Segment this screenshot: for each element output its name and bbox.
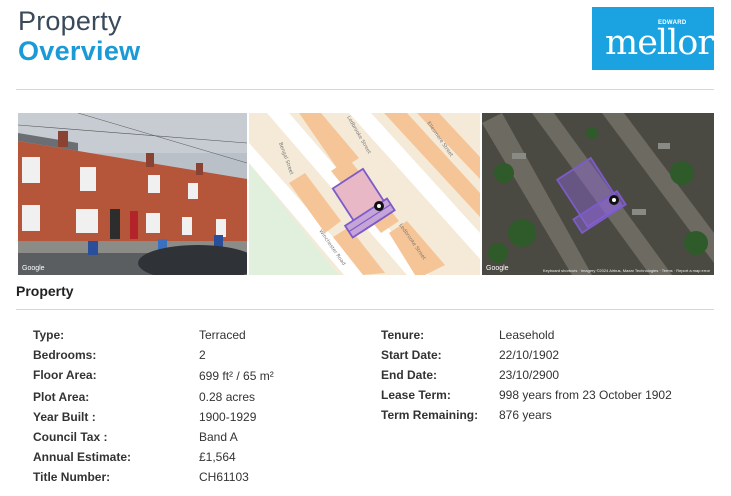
header-divider <box>16 89 714 90</box>
detail-value: 23/10/2900 <box>499 368 560 382</box>
detail-label: Floor Area: <box>33 368 97 382</box>
detail-value: 1900-1929 <box>199 410 257 424</box>
aerial-view-image[interactable]: Google Keyboard shortcuts · Imagery ©202… <box>482 113 714 275</box>
detail-value: Leasehold <box>499 328 555 342</box>
detail-value: £1,564 <box>199 450 236 464</box>
detail-value: 22/10/1902 <box>499 348 560 362</box>
detail-label: End Date: <box>381 368 438 382</box>
detail-label: Start Date: <box>381 348 442 362</box>
brand-logo: EDWARD mellor <box>592 7 714 70</box>
detail-value: 0.28 acres <box>199 390 256 404</box>
detail-value: 998 years from 23 October 1902 <box>499 388 672 402</box>
detail-label: Bedrooms: <box>33 348 97 362</box>
section-title: Property <box>16 283 74 299</box>
detail-label: Council Tax : <box>33 430 108 444</box>
detail-label: Title Number: <box>33 470 111 484</box>
location-map[interactable]: Bengal Street Winchester Road Ledbrooke … <box>249 113 480 275</box>
detail-label: Annual Estimate: <box>33 450 132 464</box>
detail-value: Band A <box>199 430 238 444</box>
section-divider <box>16 309 714 310</box>
aerial-credit: Google <box>486 265 509 272</box>
detail-value: 2 <box>199 348 206 362</box>
page-title-line1: Property <box>18 6 122 36</box>
street-view-image[interactable]: Google <box>18 113 247 275</box>
aerial-legal-text: Keyboard shortcuts · Imagery ©2024 Airbu… <box>542 268 710 273</box>
property-images: Google Bengal Street Winchester Road Led… <box>18 113 714 275</box>
logo-main-text: mellor <box>605 23 714 63</box>
page-title-line2: Overview <box>18 36 141 66</box>
street-view-credit: Google <box>22 265 45 272</box>
detail-value: CH61103 <box>199 470 249 484</box>
detail-label: Tenure: <box>381 328 425 342</box>
detail-value: 876 years <box>499 408 552 422</box>
detail-label: Lease Term: <box>381 388 451 402</box>
detail-label: Term Remaining: <box>381 408 479 422</box>
detail-label: Plot Area: <box>33 390 90 404</box>
detail-value: 699 ft² / 65 m² <box>199 369 274 383</box>
detail-value: Terraced <box>199 328 246 342</box>
detail-label: Type: <box>33 328 65 342</box>
detail-label: Year Built : <box>33 410 96 424</box>
